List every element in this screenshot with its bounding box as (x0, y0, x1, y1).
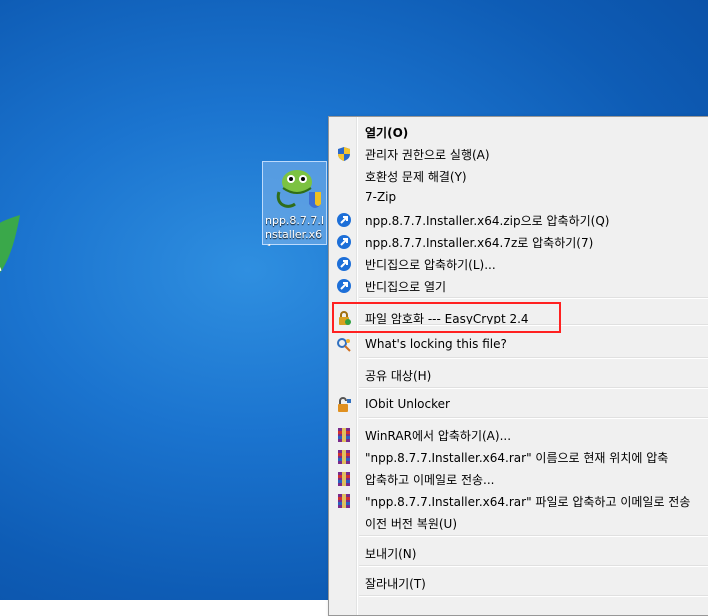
menu-item-label: 열기(O) (365, 126, 409, 140)
iobit-unlock-icon (336, 397, 352, 413)
menu-item-label: WinRAR에서 압축하기(A)... (365, 429, 512, 443)
menu-item-7zip[interactable]: 7-Zip (331, 187, 708, 209)
menu-item-cut[interactable]: 잘라내기(T) (331, 572, 708, 594)
menu-separator (359, 417, 708, 419)
winrar-icon (336, 427, 352, 443)
menu-item-send-to[interactable]: 보내기(N) (331, 542, 708, 564)
menu-item-label: 호환성 문제 해결(Y) (365, 170, 467, 184)
bandizip-icon (336, 234, 352, 250)
menu-item-label: IObit Unlocker (365, 397, 450, 411)
menu-item-open[interactable]: 열기(O) (331, 121, 708, 143)
menu-item-bandizip-zip[interactable]: npp.8.7.7.Installer.x64.zip으로 압축하기(Q) (331, 209, 708, 231)
menu-item-bandizip-open[interactable]: 반디집으로 열기 (331, 275, 708, 297)
menu-item-winrar-email[interactable]: 압축하고 이메일로 전송... (331, 468, 708, 490)
bandizip-icon (336, 278, 352, 294)
bandizip-icon (336, 256, 352, 272)
menu-item-winrar-email-rar[interactable]: "npp.8.7.7.Installer.x64.rar" 파일로 압축하고 이… (331, 490, 708, 512)
desktop-file-icon-selected[interactable]: npp.8.7.7.Installer.x64.exe (262, 161, 327, 246)
menu-item-label: 관리자 권한으로 실행(A) (365, 148, 490, 162)
menu-item-label: 반디집으로 열기 (365, 280, 447, 294)
menu-item-bandizip-compress[interactable]: 반디집으로 압축하기(L)... (331, 253, 708, 275)
menu-item-label: 압축하고 이메일로 전송... (365, 473, 495, 487)
winrar-icon (336, 449, 352, 465)
menu-item-run-as-admin[interactable]: 관리자 권한으로 실행(A) (331, 143, 708, 165)
winrar-icon (336, 471, 352, 487)
desktop-logo-icon (0, 215, 20, 273)
bandizip-icon (336, 212, 352, 228)
menu-separator (359, 595, 708, 597)
menu-item-share-with[interactable]: 공유 대상(H) (331, 364, 708, 386)
menu-item-winrar-add-here[interactable]: "npp.8.7.7.Installer.x64.rar" 이름으로 현재 위치… (331, 446, 708, 468)
menu-item-label: 잘라내기(T) (365, 577, 426, 591)
highlight-box (332, 302, 561, 333)
uac-shield-icon (336, 146, 352, 162)
menu-item-label: 보내기(N) (365, 547, 417, 561)
menu-item-winrar-add[interactable]: WinRAR에서 압축하기(A)... (331, 424, 708, 446)
winrar-icon (336, 493, 352, 509)
menu-separator (359, 535, 708, 537)
desktop-file-label: npp.8.7.7.Installer.x64.exe (265, 214, 325, 246)
menu-item-troubleshoot-compat[interactable]: 호환성 문제 해결(Y) (331, 165, 708, 187)
menu-item-label: npp.8.7.7.Installer.x64.zip으로 압축하기(Q) (365, 214, 610, 228)
menu-item-restore-previous[interactable]: 이전 버전 복원(U) (331, 512, 708, 534)
lock-search-icon (336, 337, 352, 353)
menu-item-label: 공유 대상(H) (365, 369, 432, 383)
notepad-plus-plus-icon (276, 170, 321, 208)
menu-separator (359, 565, 708, 567)
menu-item-label: "npp.8.7.7.Installer.x64.rar" 파일로 압축하고 이… (365, 495, 691, 509)
menu-item-label: npp.8.7.7.Installer.x64.7z로 압축하기(7) (365, 236, 594, 250)
context-menu: 열기(O) 관리자 권한으로 실행(A) 호환성 문제 해결(Y) 7-Zip npp.… (328, 116, 708, 616)
menu-separator (359, 357, 708, 359)
menu-item-label: 이전 버전 복원(U) (365, 517, 458, 531)
menu-item-iobit-unlocker[interactable]: IObit Unlocker (331, 394, 708, 416)
menu-item-label: What's locking this file? (365, 337, 507, 351)
menu-item-bandizip-7z[interactable]: npp.8.7.7.Installer.x64.7z로 압축하기(7) (331, 231, 708, 253)
menu-separator (359, 387, 708, 389)
menu-item-whats-locking[interactable]: What's locking this file? (331, 334, 708, 356)
menu-item-label: 7-Zip (365, 190, 397, 204)
menu-item-label: "npp.8.7.7.Installer.x64.rar" 이름으로 현재 위치… (365, 451, 669, 465)
menu-item-label: 반디집으로 압축하기(L)... (365, 258, 496, 272)
menu-separator (359, 297, 708, 299)
